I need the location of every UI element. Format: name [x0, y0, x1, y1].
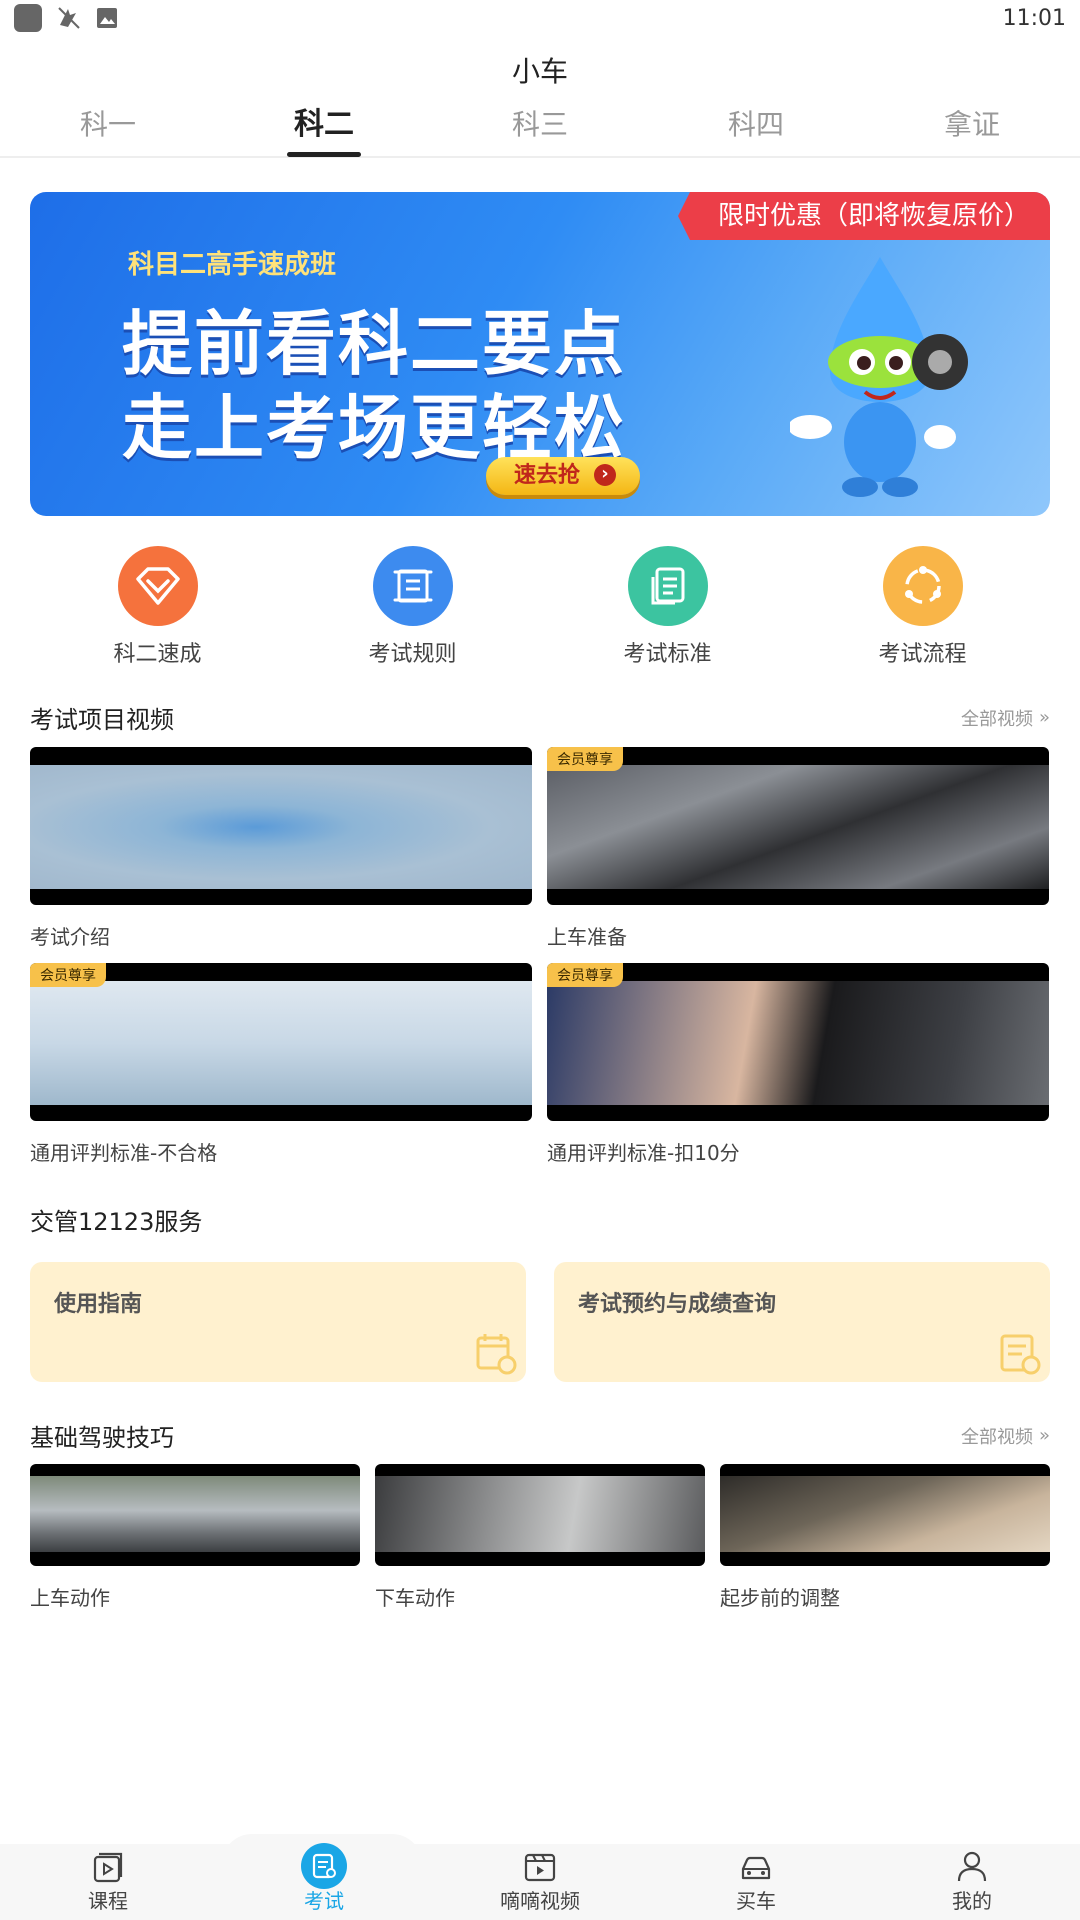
image-icon — [97, 8, 117, 28]
nav-exam[interactable]: 考试 — [216, 1843, 432, 1920]
car-icon — [741, 1856, 771, 1880]
video-title: 通用评判标准-扣10分 — [547, 1141, 740, 1165]
nav-buy-car[interactable]: 买车 — [648, 1847, 864, 1920]
subject-tabs: 科一 科二 科三 科四 拿证 — [0, 94, 1080, 158]
video-title: 通用评判标准-不合格 — [30, 1141, 218, 1165]
video-card[interactable]: 会员尊享 通用评判标准-不合格 — [30, 963, 532, 1166]
service-card-label: 使用指南 — [54, 1292, 143, 1317]
quick-entry-label: 考试标准 — [623, 642, 712, 667]
tab-subject-4[interactable]: 科四 — [648, 93, 864, 157]
video-thumbnail: 会员尊享 — [547, 963, 1049, 1121]
video-title: 上车动作 — [30, 1586, 110, 1610]
video-card[interactable]: 考试介绍 — [30, 747, 532, 950]
skill-video-card[interactable]: 上车动作 — [30, 1464, 360, 1611]
nav-label: 考试 — [304, 1889, 344, 1913]
banner-subtitle: 科目二高手速成班 — [128, 250, 337, 280]
nav-profile[interactable]: 我的 — [864, 1847, 1080, 1920]
quick-entry-exam-standard[interactable]: 考试标准 — [548, 546, 788, 668]
document-icon — [627, 546, 708, 626]
quick-entry-exam-rules[interactable]: 考试规则 — [293, 546, 533, 668]
service-card-guide[interactable]: 使用指南 — [30, 1262, 526, 1382]
tab-subject-3[interactable]: 科三 — [432, 93, 648, 157]
vip-badge: 会员尊享 — [547, 963, 623, 987]
quick-entry-label: 考试规则 — [368, 642, 457, 667]
diamond-icon — [117, 546, 198, 626]
video-icon — [524, 1853, 556, 1882]
course-icon — [93, 1852, 123, 1883]
banner-cta-button[interactable]: 速去抢 — [486, 457, 640, 495]
video-thumbnail — [30, 747, 532, 905]
skill-video-card[interactable]: 起步前的调整 — [720, 1464, 1050, 1611]
bottom-nav: 课程 考试 嘀嘀视频 买车 我的 — [0, 1843, 1080, 1920]
double-chevron-right-icon: » — [1038, 707, 1050, 728]
exam-icon — [312, 1853, 336, 1879]
mute-icon — [58, 7, 80, 29]
vip-badge: 会员尊享 — [30, 963, 106, 987]
scroll-icon — [372, 546, 453, 626]
service-card-booking[interactable]: 考试预约与成绩查询 — [554, 1262, 1050, 1382]
mascot-illustration — [790, 257, 968, 497]
section-title: 考试项目视频 — [30, 706, 174, 734]
skills-header: 基础驾驶技巧 全部视频 » — [30, 1418, 1050, 1453]
all-videos-link[interactable]: 全部视频 » — [961, 705, 1050, 731]
quick-entry-label: 考试流程 — [878, 642, 967, 667]
nav-label: 嘀嘀视频 — [500, 1889, 580, 1913]
all-videos-label: 全部视频 — [960, 1426, 1033, 1448]
tab-subject-1[interactable]: 科一 — [0, 93, 216, 157]
quick-entry-speed-course[interactable]: 科二速成 — [38, 546, 278, 668]
promo-ribbon: 限时优惠（即将恢复原价） — [677, 192, 1050, 240]
exam-videos-header: 考试项目视频 全部视频 » — [30, 700, 1050, 735]
video-card[interactable]: 会员尊享 通用评判标准-扣10分 — [547, 963, 1049, 1166]
video-title: 下车动作 — [375, 1586, 455, 1610]
page-title[interactable]: 小车 — [0, 50, 1080, 94]
nav-label: 买车 — [736, 1889, 776, 1913]
cycle-icon — [882, 546, 963, 626]
document-check-icon — [1000, 1334, 1041, 1375]
nav-label: 课程 — [88, 1889, 128, 1913]
calendar-icon — [476, 1334, 517, 1375]
nav-course[interactable]: 课程 — [0, 1847, 216, 1920]
video-thumbnail: 会员尊享 — [547, 747, 1049, 905]
video-title: 考试介绍 — [30, 925, 110, 949]
tab-subject-2[interactable]: 科二 — [216, 93, 432, 157]
service-card-label: 考试预约与成绩查询 — [578, 1292, 777, 1317]
profile-icon — [957, 1851, 987, 1882]
video-thumbnail: 会员尊享 — [30, 963, 532, 1121]
video-title: 起步前的调整 — [720, 1586, 840, 1610]
skill-video-card[interactable]: 下车动作 — [375, 1464, 705, 1611]
video-thumbnail — [30, 1464, 360, 1566]
services-header: 交管12123服务 — [30, 1202, 1050, 1237]
nav-video[interactable]: 嘀嘀视频 — [432, 1847, 648, 1920]
quick-entry-row: 科二速成 考试规则 考试标准 考试流程 — [0, 546, 1080, 668]
status-time: 11:01 — [1002, 5, 1066, 31]
double-chevron-right-icon: » — [1038, 1425, 1050, 1446]
tab-license[interactable]: 拿证 — [864, 93, 1080, 157]
video-thumbnail — [375, 1464, 705, 1566]
quick-entry-label: 科二速成 — [113, 642, 202, 667]
all-videos-label: 全部视频 — [960, 708, 1033, 730]
vip-badge: 会员尊享 — [547, 747, 623, 771]
nav-label: 我的 — [952, 1889, 992, 1913]
app-notification-icon — [14, 4, 42, 32]
section-title: 交管12123服务 — [30, 1208, 203, 1236]
video-thumbnail — [720, 1464, 1050, 1566]
all-videos-link[interactable]: 全部视频 » — [961, 1423, 1050, 1449]
quick-entry-exam-process[interactable]: 考试流程 — [803, 546, 1043, 668]
section-title: 基础驾驶技巧 — [30, 1424, 174, 1452]
promo-banner[interactable]: 限时优惠（即将恢复原价） 科目二高手速成班 提前看科二要点 走上考场更轻松 速去… — [30, 192, 1050, 516]
video-card[interactable]: 会员尊享 上车准备 — [547, 747, 1049, 950]
video-title: 上车准备 — [547, 925, 627, 949]
status-bar: 11:01 — [0, 0, 1080, 36]
